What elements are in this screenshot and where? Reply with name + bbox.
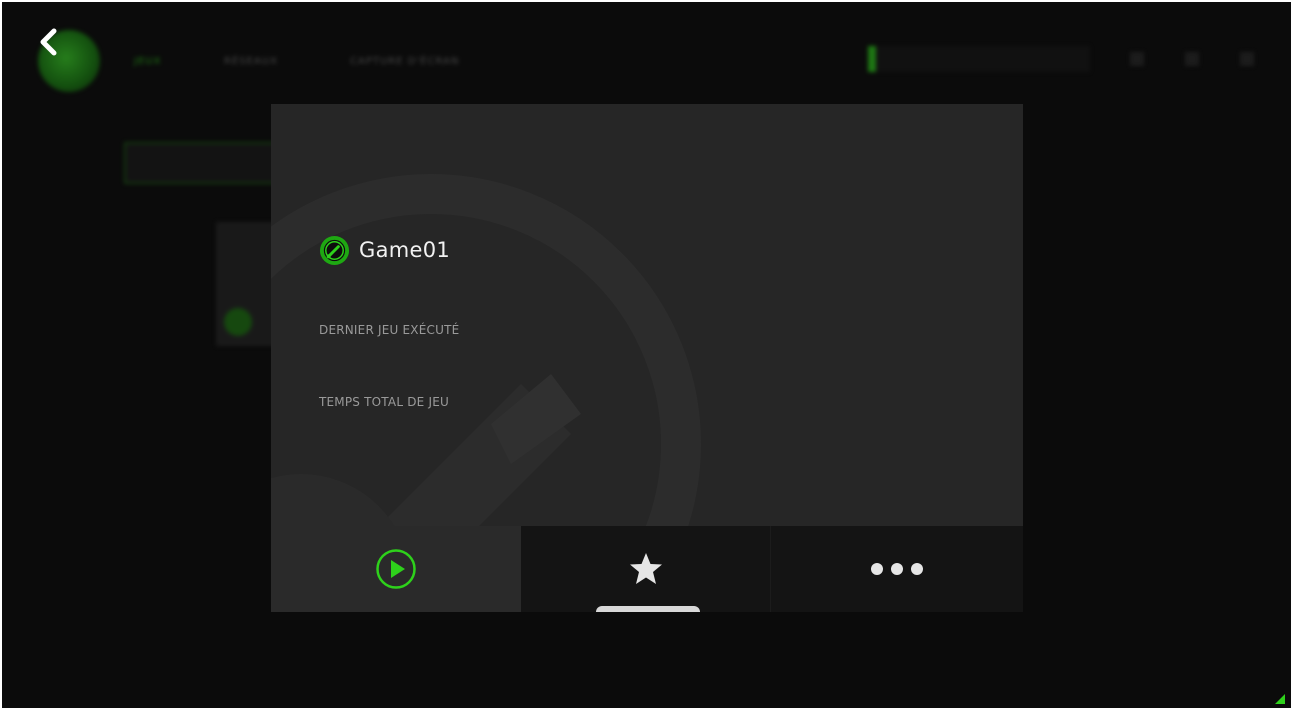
nav-item-networks[interactable]: RÉSEAUX xyxy=(224,56,278,68)
action-bar xyxy=(271,526,1023,612)
game-detail-modal: Game01 DERNIER JEU EXÉCUTÉ TEMPS TOTAL D… xyxy=(271,104,1023,612)
account-selector[interactable] xyxy=(868,46,1090,72)
play-button[interactable] xyxy=(271,526,521,612)
total-playtime-label: TEMPS TOTAL DE JEU xyxy=(319,395,449,409)
nav-item-games[interactable]: JEUX xyxy=(134,56,161,68)
game-title-row: Game01 xyxy=(319,234,450,266)
settings-icon[interactable] xyxy=(1130,52,1144,66)
more-dots-icon xyxy=(871,563,924,575)
chevron-left-icon xyxy=(40,28,57,56)
play-circle-icon xyxy=(376,549,416,589)
selected-indicator xyxy=(595,606,700,612)
star-icon xyxy=(629,553,662,584)
last-played-label: DERNIER JEU EXÉCUTÉ xyxy=(319,323,460,337)
more-button[interactable] xyxy=(770,526,1023,612)
resize-grip-icon[interactable] xyxy=(1275,694,1285,704)
back-button[interactable] xyxy=(32,24,68,60)
game-card-icon xyxy=(224,308,252,336)
game-title: Game01 xyxy=(359,238,451,262)
nav-item-screenshots[interactable]: CAPTURE D'ÉCRAN xyxy=(350,56,459,68)
minimize-icon[interactable] xyxy=(1185,52,1199,66)
favorite-button[interactable] xyxy=(520,526,771,612)
search-input[interactable] xyxy=(124,142,278,184)
close-icon[interactable] xyxy=(1240,52,1254,66)
razer-cortex-icon xyxy=(319,235,350,265)
app-window: JEUX RÉSEAUX CAPTURE D'ÉCRAN Game01 DERN… xyxy=(0,0,1293,710)
